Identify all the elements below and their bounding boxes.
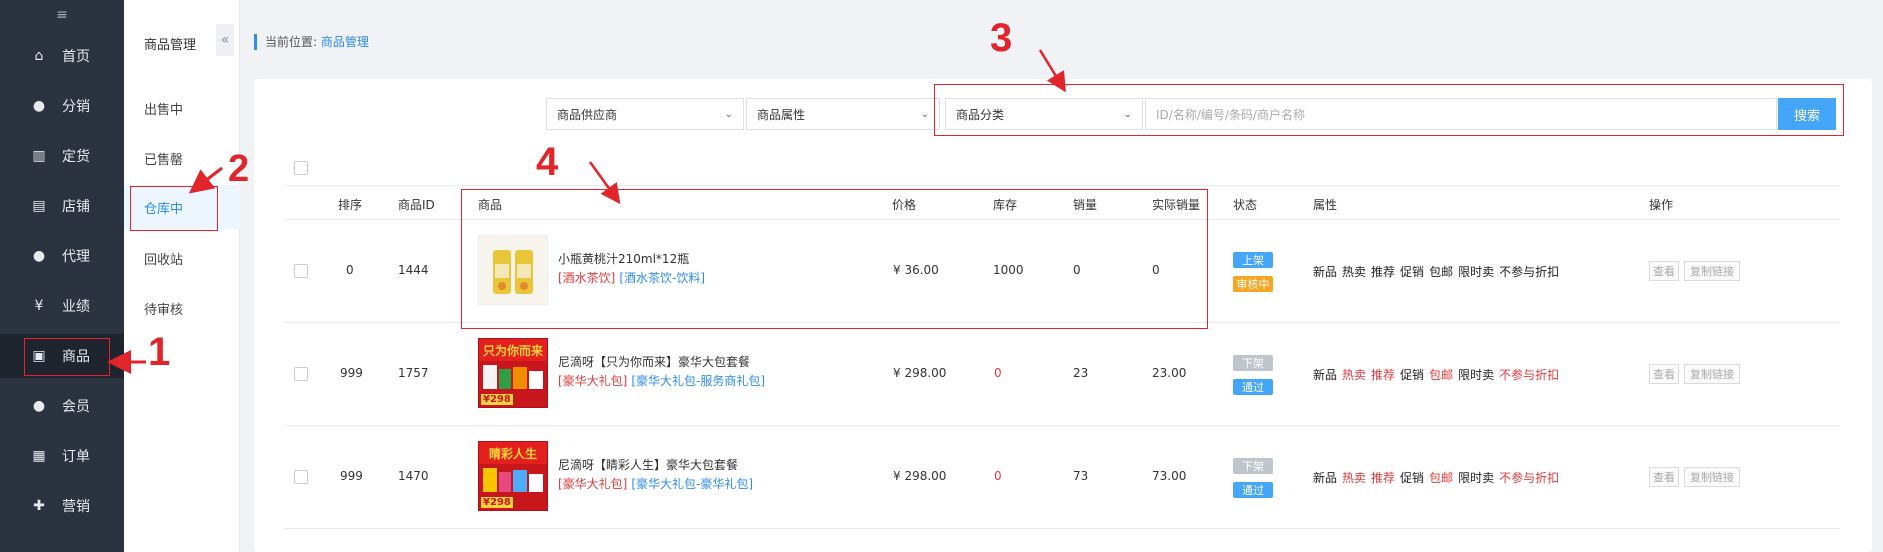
arrow-2 xyxy=(188,166,223,194)
arrow-4 xyxy=(588,161,621,205)
arrow-3 xyxy=(1038,49,1066,93)
annotation-arrows xyxy=(107,49,1066,374)
